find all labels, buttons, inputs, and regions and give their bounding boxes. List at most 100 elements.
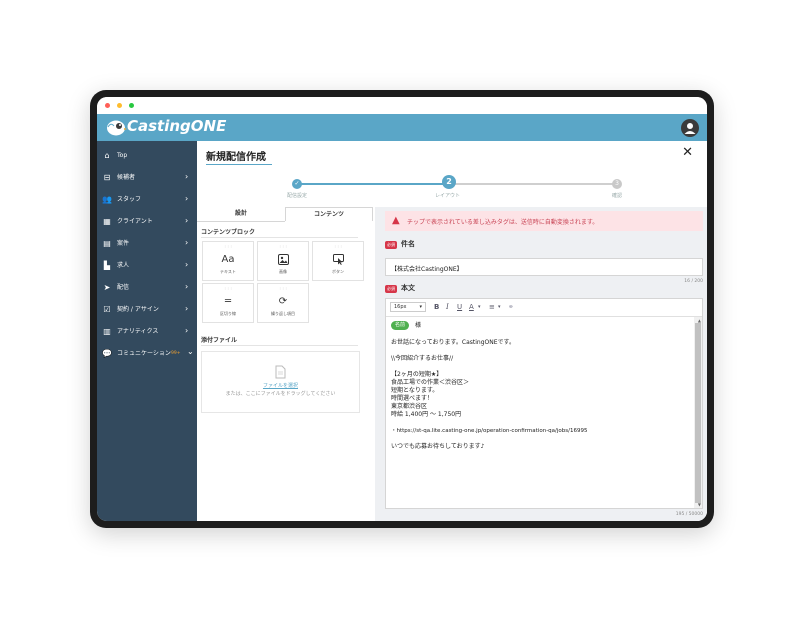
block-label: 繰り返し項目 bbox=[271, 311, 295, 316]
subject-input[interactable]: 【株式会社CastingONE】 bbox=[385, 258, 703, 276]
window-close-dot[interactable] bbox=[105, 103, 110, 108]
subject-counter: 16 / 200 bbox=[684, 279, 703, 284]
content-blocks-title: コンテンツブロック bbox=[201, 229, 256, 236]
body-counter: 195 / 50000 bbox=[675, 512, 703, 517]
body-editor[interactable]: 16px ▾ B I U A ▾ ≡ ▾ ⚭ 名前 様 お世話になっております。… bbox=[385, 298, 703, 509]
sidebar-item-label: 求人 bbox=[117, 262, 130, 269]
scrollbar-thumb[interactable] bbox=[695, 323, 701, 503]
block-divider[interactable]: ⋮⋮⋮ ═ 区切り線 bbox=[202, 283, 254, 323]
font-size-select[interactable]: 16px ▾ bbox=[390, 302, 426, 312]
contract-icon: ☑ bbox=[103, 305, 111, 314]
underline-icon[interactable]: U bbox=[457, 302, 462, 312]
chevron-right-icon: › bbox=[185, 282, 189, 291]
align-icon[interactable]: ≡ bbox=[489, 302, 495, 312]
home-icon: ⌂ bbox=[104, 151, 110, 160]
sidebar-item-cases[interactable]: ▤ 案件 › bbox=[97, 234, 197, 255]
sidebar-item-label: Top bbox=[117, 152, 128, 159]
chevron-right-icon: › bbox=[185, 216, 189, 225]
body-line: 東京都渋谷区 bbox=[391, 403, 428, 410]
step-1-circle[interactable]: ✓ bbox=[292, 179, 302, 189]
body-line: 時給 1,400円 ～ 1,750円 bbox=[391, 411, 462, 418]
window-maximize-dot[interactable] bbox=[129, 103, 134, 108]
sidebar-item-top[interactable]: ⌂ Top bbox=[97, 146, 197, 167]
drag-handle-icon: ⋮⋮⋮ bbox=[278, 286, 288, 290]
sidebar-item-staff[interactable]: 👥 スタッフ › bbox=[97, 190, 197, 211]
image-icon bbox=[258, 254, 308, 268]
drag-handle-icon: ⋮⋮⋮ bbox=[333, 244, 343, 248]
user-avatar[interactable] bbox=[681, 119, 699, 137]
step-1-label: 配信設定 bbox=[287, 193, 308, 199]
chat-icon: 💬 bbox=[102, 349, 112, 358]
sidebar-item-label: アナリティクス bbox=[117, 328, 159, 335]
app-logo-text[interactable]: CastingONE bbox=[127, 117, 226, 135]
analytics-icon: ▥ bbox=[103, 327, 111, 336]
select-file-link[interactable]: ファイルを選択 bbox=[202, 382, 359, 389]
sidebar-item-communication[interactable]: 💬 コミュニケーション 99+ ⌄ bbox=[97, 344, 197, 365]
body-line: 短期となります。 bbox=[391, 387, 439, 394]
button-icon bbox=[313, 254, 363, 268]
drag-handle-icon: ⋮⋮⋮ bbox=[278, 244, 288, 248]
step-3-circle[interactable]: 3 bbox=[612, 179, 622, 189]
bold-icon[interactable]: B bbox=[434, 302, 439, 312]
sidebar-item-jobs[interactable]: ▙ 求人 › bbox=[97, 256, 197, 277]
sidebar-item-label: クライアント bbox=[117, 218, 153, 225]
chevron-right-icon: › bbox=[185, 194, 189, 203]
merge-tag-alert: ▲ チップで表示されている差し込みタグは、送信時に自動変換されます。 bbox=[385, 211, 703, 231]
font-size-value: 16px bbox=[394, 304, 407, 310]
window-minimize-dot[interactable] bbox=[117, 103, 122, 108]
link-icon[interactable]: ⚭ bbox=[508, 302, 514, 312]
scroll-up-icon[interactable]: ▲ bbox=[698, 318, 701, 323]
block-repeat[interactable]: ⋮⋮⋮ ⟳ 繰り返し項目 bbox=[257, 283, 309, 323]
chevron-right-icon: › bbox=[185, 326, 189, 335]
tab-contents[interactable]: コンテンツ bbox=[285, 207, 373, 221]
body-line: 【2ヶ月の短期★】 bbox=[391, 371, 443, 378]
close-icon[interactable]: ✕ bbox=[682, 145, 693, 160]
block-label: 画像 bbox=[279, 269, 287, 274]
body-line: お世話になっております。CastingONEです。 bbox=[391, 339, 515, 346]
chevron-down-icon: ▾ bbox=[478, 304, 481, 310]
block-image[interactable]: ⋮⋮⋮ 画像 bbox=[257, 241, 309, 281]
sidebar-item-clients[interactable]: ▦ クライアント › bbox=[97, 212, 197, 233]
sidebar-item-delivery[interactable]: ➤ 配信 › bbox=[97, 278, 197, 299]
sidebar-item-contracts[interactable]: ☑ 契約 / アサイン › bbox=[97, 300, 197, 321]
user-icon bbox=[684, 123, 696, 134]
file-dropzone[interactable]: ファイルを選択 または、ここにファイルをドラッグしてください bbox=[201, 351, 360, 413]
case-icon: ▤ bbox=[103, 239, 111, 248]
required-badge: 必須 bbox=[385, 241, 397, 249]
sidebar-item-label: コミュニケーション bbox=[117, 350, 171, 357]
step-2-circle[interactable]: 2 bbox=[442, 175, 456, 189]
body-line: いつでも応募お待ちしております♪ bbox=[391, 443, 485, 450]
honorific-text: 様 bbox=[415, 322, 422, 329]
alert-text: チップで表示されている差し込みタグは、送信時に自動変換されます。 bbox=[407, 219, 599, 226]
attachments-title: 添付ファイル bbox=[201, 337, 238, 344]
sidebar-item-label: 契約 / アサイン bbox=[117, 306, 159, 313]
candidate-icon: ⊟ bbox=[103, 173, 111, 182]
app-header: CastingONE bbox=[97, 114, 707, 141]
sidebar-item-label: 配信 bbox=[117, 284, 130, 291]
sidebar-item-label: 候補者 bbox=[117, 174, 136, 181]
chevron-right-icon: › bbox=[185, 172, 189, 181]
drag-handle-icon: ⋮⋮⋮ bbox=[223, 244, 233, 248]
tab-design[interactable]: 設計 bbox=[197, 207, 285, 222]
name-merge-chip[interactable]: 名前 bbox=[391, 321, 410, 330]
sidebar: ⌂ Top ⊟ 候補者 › 👥 スタッフ › ▦ クライアント › ▤ 案件 ›… bbox=[97, 141, 197, 521]
block-label: テキスト bbox=[220, 269, 236, 274]
sidebar-item-analytics[interactable]: ▥ アナリティクス › bbox=[97, 322, 197, 343]
text-color-icon[interactable]: A bbox=[469, 302, 474, 312]
tablet-frame: CastingONE ⌂ Top ⊟ 候補者 › 👥 スタッフ › ▦ クライア… bbox=[90, 90, 714, 528]
subject-label: 件名 bbox=[401, 240, 415, 248]
drag-handle-icon: ⋮⋮⋮ bbox=[223, 286, 233, 290]
block-text[interactable]: ⋮⋮⋮ Aa テキスト bbox=[202, 241, 254, 281]
required-badge: 必須 bbox=[385, 285, 397, 293]
section-divider bbox=[201, 237, 358, 238]
block-button[interactable]: ⋮⋮⋮ ボタン bbox=[312, 241, 364, 281]
warning-icon: ▲ bbox=[392, 215, 400, 226]
italic-icon[interactable]: I bbox=[446, 302, 449, 312]
drop-hint: または、ここにファイルをドラッグしてください bbox=[225, 391, 336, 397]
sidebar-item-candidates[interactable]: ⊟ 候補者 › bbox=[97, 168, 197, 189]
chevron-right-icon: › bbox=[185, 260, 189, 269]
title-underline bbox=[206, 164, 272, 165]
chevron-right-icon: › bbox=[185, 238, 189, 247]
block-label: ボタン bbox=[332, 269, 344, 274]
scroll-down-icon[interactable]: ▼ bbox=[698, 502, 701, 507]
